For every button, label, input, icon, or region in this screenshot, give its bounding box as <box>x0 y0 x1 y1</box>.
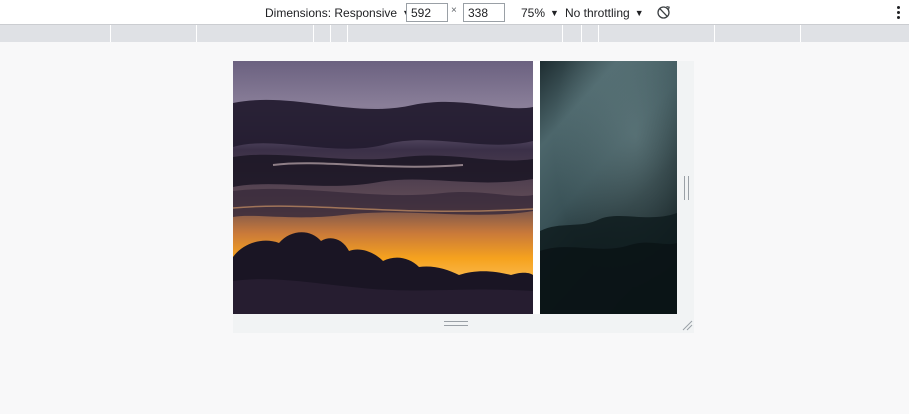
media-query-marker[interactable] <box>598 25 599 42</box>
more-options-icon[interactable] <box>897 6 900 19</box>
resize-corner-icon[interactable] <box>681 319 693 331</box>
media-query-marker[interactable] <box>800 25 801 42</box>
sunset-clouds-image <box>233 61 533 314</box>
device-frame <box>233 61 694 333</box>
rotate-button[interactable] <box>656 0 671 25</box>
zoom-label: 75% <box>521 5 546 20</box>
media-query-marker[interactable] <box>714 25 715 42</box>
throttling-dropdown[interactable]: No throttling ▼ <box>565 0 644 25</box>
media-query-bar <box>0 25 909 42</box>
media-query-marker[interactable] <box>196 25 197 42</box>
media-query-marker[interactable] <box>110 25 111 42</box>
device-toolbar: Dimensions: Responsive ▼ × 75% ▼ No thro… <box>0 0 909 25</box>
height-input[interactable] <box>463 3 505 22</box>
dimensions-label: Dimensions: Responsive <box>265 5 398 20</box>
dimensions-dropdown[interactable]: Dimensions: Responsive ▼ <box>265 0 411 25</box>
teal-fog-image <box>540 61 677 314</box>
media-query-marker[interactable] <box>562 25 563 42</box>
media-query-marker[interactable] <box>581 25 582 42</box>
device-viewport <box>233 61 677 314</box>
width-input[interactable] <box>406 3 448 22</box>
caret-down-icon: ▼ <box>634 7 644 18</box>
resize-handle-bottom[interactable] <box>444 321 468 326</box>
throttling-label: No throttling <box>565 5 630 20</box>
media-query-marker[interactable] <box>330 25 331 42</box>
resize-handle-right[interactable] <box>684 176 689 200</box>
rotate-icon <box>657 5 670 19</box>
caret-down-icon: ▼ <box>550 7 559 18</box>
zoom-dropdown[interactable]: 75% ▼ <box>521 0 559 25</box>
media-query-marker[interactable] <box>347 25 348 42</box>
media-query-marker[interactable] <box>313 25 314 42</box>
times-symbol: × <box>451 5 457 16</box>
